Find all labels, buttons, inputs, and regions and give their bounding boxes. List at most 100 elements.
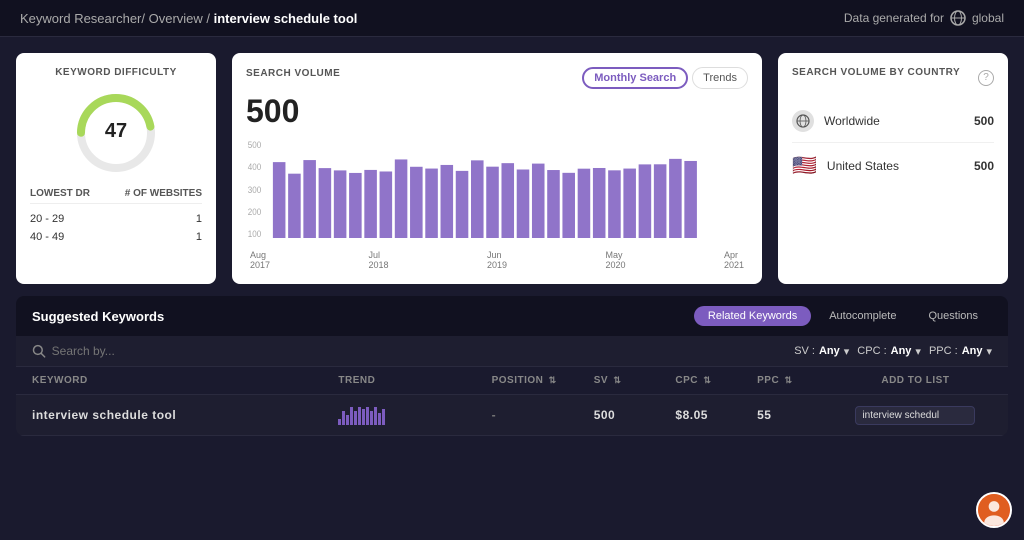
websites-label: # OF WEBSITES xyxy=(125,188,202,199)
svg-text:300: 300 xyxy=(248,185,262,196)
donut-chart-container: 47 xyxy=(30,88,202,178)
worldwide-value: 500 xyxy=(974,114,994,128)
position-value: - xyxy=(492,408,497,422)
tab-questions[interactable]: Questions xyxy=(914,306,992,326)
avatar[interactable] xyxy=(976,492,1012,528)
chart-area: 500 400 300 200 100 xyxy=(246,138,748,248)
country-card-header: SEARCH VOLUME BY COUNTRY ? xyxy=(792,67,994,88)
us-label: United States xyxy=(827,159,964,173)
tab-autocomplete[interactable]: Autocomplete xyxy=(815,306,910,326)
search-input[interactable] xyxy=(52,344,783,358)
cell-keyword: interview schedule tool xyxy=(32,408,338,422)
trend-bar xyxy=(358,407,361,425)
chart-label-3: Jun2019 xyxy=(487,250,507,270)
table-row: interview schedule tool - 500 xyxy=(16,395,1008,436)
data-gen-label: Data generated for xyxy=(844,11,944,25)
cpc-filter-value: Any xyxy=(891,345,912,357)
sv-sort-icon: ⇅ xyxy=(613,375,621,386)
country-title: SEARCH VOLUME BY COUNTRY xyxy=(792,67,960,78)
worldwide-label: Worldwide xyxy=(824,114,964,128)
country-row-us: 🇺🇸 United States 500 xyxy=(792,143,994,188)
col-header-position: POSITION ⇅ xyxy=(492,375,594,386)
col-header-cpc: CPC ⇅ xyxy=(675,375,757,386)
trend-bar xyxy=(350,407,353,425)
ppc-value-cell: 55 xyxy=(757,408,771,422)
donut-chart: 47 xyxy=(71,88,161,178)
avatar-image xyxy=(978,492,1010,528)
us-flag-icon: 🇺🇸 xyxy=(792,153,817,178)
tab-trends[interactable]: Trends xyxy=(692,67,748,89)
header: Keyword Researcher/ Overview / interview… xyxy=(0,0,1024,37)
kd-range-2: 40 - 49 xyxy=(30,231,64,243)
cpc-filter-label: CPC : xyxy=(857,345,886,357)
cell-ppc: 55 xyxy=(757,408,839,422)
col-header-trend: TREND xyxy=(338,375,491,386)
kd-range-1: 20 - 29 xyxy=(30,213,64,225)
keyword-tabs: Related Keywords Autocomplete Questions xyxy=(694,306,992,326)
trend-bar xyxy=(354,411,357,425)
breadcrumb-keyword: interview schedule tool xyxy=(214,11,358,26)
tab-monthly-search[interactable]: Monthly Search xyxy=(582,67,688,89)
trend-bar xyxy=(342,411,345,425)
help-icon[interactable]: ? xyxy=(978,70,994,86)
sv-tabs: Monthly Search Trends xyxy=(582,67,748,89)
col-header-keyword: KEYWORD xyxy=(32,375,338,386)
cell-position: - xyxy=(492,408,594,422)
cpc-filter[interactable]: CPC : Any ▾ xyxy=(857,345,921,358)
search-volume-country-card: SEARCH VOLUME BY COUNTRY ? Worldwide 500… xyxy=(778,53,1008,284)
trend-bar xyxy=(382,409,385,425)
sv-filter-label: SV : xyxy=(794,345,815,357)
search-icon xyxy=(32,344,46,358)
sv-value-cell: 500 xyxy=(594,408,616,422)
suggested-keywords-section: Suggested Keywords Related Keywords Auto… xyxy=(16,296,1008,436)
trend-bar xyxy=(370,411,373,425)
sv-filter-chevron: ▾ xyxy=(844,345,850,358)
bar-chart: 500 400 300 200 100 xyxy=(246,138,748,248)
table-header: KEYWORD TREND POSITION ⇅ SV ⇅ CPC ⇅ PPC … xyxy=(16,367,1008,395)
worldwide-globe-icon xyxy=(792,110,814,132)
kd-count-1: 1 xyxy=(196,213,202,225)
kd-title: KEYWORD DIFFICULTY xyxy=(30,67,202,78)
svg-text:200: 200 xyxy=(248,207,262,218)
svg-text:400: 400 xyxy=(248,162,262,173)
kd-table-header: LOWEST DR # OF WEBSITES xyxy=(30,188,202,204)
trend-bar xyxy=(346,415,349,425)
trend-bars xyxy=(338,405,491,425)
suggested-keywords-header: Suggested Keywords Related Keywords Auto… xyxy=(16,296,1008,336)
cpc-filter-chevron: ▾ xyxy=(915,345,921,358)
lowest-dr-label: LOWEST DR xyxy=(30,188,90,199)
ppc-filter[interactable]: PPC : Any ▾ xyxy=(929,345,992,358)
sv-header: SEARCH VOLUME Monthly Search Trends xyxy=(246,67,748,89)
add-to-list-input[interactable] xyxy=(855,406,975,425)
keyword-difficulty-card: KEYWORD DIFFICULTY 47 LOWEST DR # OF WEB… xyxy=(16,53,216,284)
breadcrumb: Keyword Researcher/ Overview / interview… xyxy=(20,11,357,26)
ppc-sort-icon: ⇅ xyxy=(784,375,792,386)
us-value: 500 xyxy=(974,159,994,173)
suggested-keywords-title: Suggested Keywords xyxy=(32,309,164,324)
trend-bar xyxy=(362,409,365,425)
svg-text:47: 47 xyxy=(105,120,127,142)
breadcrumb-prefix: Keyword Researcher/ Overview / xyxy=(20,11,214,26)
trend-bar xyxy=(374,407,377,425)
keyword-text: interview schedule tool xyxy=(32,408,176,422)
trend-bar xyxy=(338,419,341,425)
ppc-filter-value: Any xyxy=(962,345,983,357)
sv-filter[interactable]: SV : Any ▾ xyxy=(794,345,849,358)
tab-related-keywords[interactable]: Related Keywords xyxy=(694,306,811,326)
trend-bar xyxy=(378,413,381,425)
kd-table: LOWEST DR # OF WEBSITES 20 - 29 1 40 - 4… xyxy=(30,188,202,246)
sv-value: 500 xyxy=(246,93,748,130)
col-header-sv: SV ⇅ xyxy=(594,375,676,386)
ppc-filter-label: PPC : xyxy=(929,345,958,357)
globe-icon xyxy=(950,10,966,26)
filter-group: SV : Any ▾ CPC : Any ▾ PPC : Any ▾ xyxy=(794,345,992,358)
chart-label-2: Jul2018 xyxy=(368,250,388,270)
chart-labels: Aug2017 Jul2018 Jun2019 May2020 Apr2021 xyxy=(246,250,748,270)
chart-label-4: May2020 xyxy=(605,250,625,270)
kd-row-1: 20 - 29 1 xyxy=(30,210,202,228)
cell-cpc: $8.05 xyxy=(675,408,757,422)
filter-row: SV : Any ▾ CPC : Any ▾ PPC : Any ▾ xyxy=(16,336,1008,367)
kd-count-2: 1 xyxy=(196,231,202,243)
svg-text:500: 500 xyxy=(248,140,262,151)
search-box xyxy=(32,344,782,358)
